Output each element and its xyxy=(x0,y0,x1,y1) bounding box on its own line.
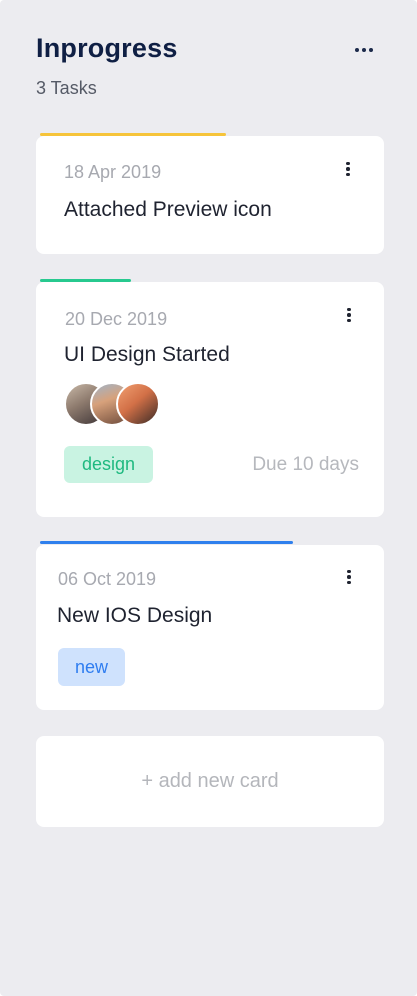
card-title: Attached Preview icon xyxy=(64,198,272,221)
more-vertical-icon[interactable] xyxy=(341,305,357,325)
due-date-label: Due 10 days xyxy=(252,454,359,475)
card-date: 18 Apr 2019 xyxy=(64,162,162,182)
column-title: Inprogress xyxy=(36,33,178,63)
task-count: 3 Tasks xyxy=(36,78,97,98)
card-title: UI Design Started xyxy=(64,343,230,366)
task-card[interactable]: 20 Dec 2019 UI Design Started design Due… xyxy=(36,282,384,517)
tag-design[interactable]: design xyxy=(64,446,153,483)
task-card[interactable]: 06 Oct 2019 New IOS Design new xyxy=(36,545,384,710)
card-accent-bar xyxy=(40,541,293,544)
more-vertical-icon[interactable] xyxy=(341,567,357,587)
more-horizontal-icon[interactable] xyxy=(350,40,378,60)
kanban-column: Inprogress 3 Tasks 18 Apr 2019 Attached … xyxy=(0,0,417,996)
add-new-card-button[interactable]: + add new card xyxy=(36,736,384,827)
tag-new[interactable]: new xyxy=(58,648,125,686)
card-date: 06 Oct 2019 xyxy=(58,569,157,589)
more-vertical-icon[interactable] xyxy=(340,159,356,179)
card-date: 20 Dec 2019 xyxy=(65,309,168,329)
card-title: New IOS Design xyxy=(57,604,213,627)
avatar[interactable] xyxy=(116,382,160,426)
task-card[interactable]: 18 Apr 2019 Attached Preview icon xyxy=(36,136,384,254)
